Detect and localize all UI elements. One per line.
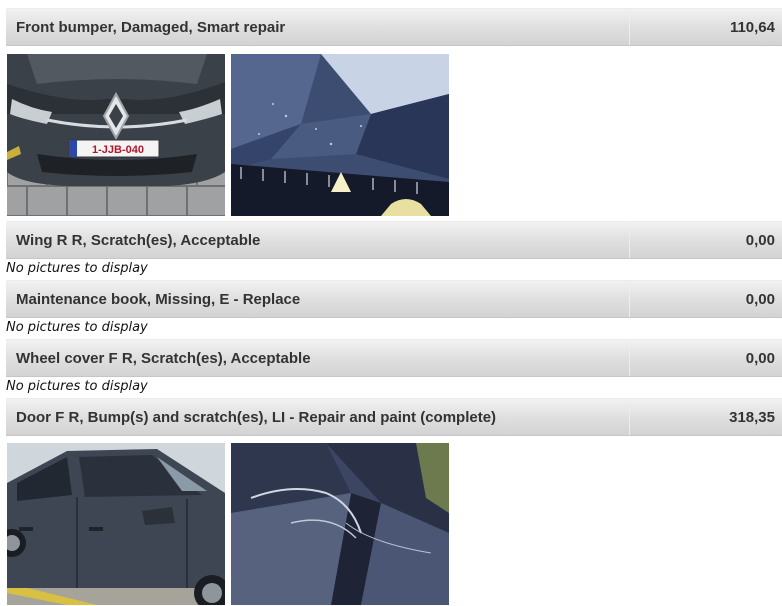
damage-item-row[interactable]: Wheel cover F R, Scratch(es), Acceptable…: [6, 339, 782, 377]
damage-item-row[interactable]: Wing R R, Scratch(es), Acceptable 0,00: [6, 221, 782, 259]
damage-item-row[interactable]: Front bumper, Damaged, Smart repair 110,…: [6, 8, 782, 46]
damage-photo-front-car[interactable]: 1-JJB-040: [7, 54, 225, 216]
damage-item-amount: 0,00: [629, 281, 782, 317]
damage-photo-side-car[interactable]: [7, 443, 225, 605]
damage-item-row[interactable]: Door F R, Bump(s) and scratch(es), LI - …: [6, 398, 782, 436]
damage-item-label: Wheel cover F R, Scratch(es), Acceptable: [16, 349, 311, 367]
damage-item-label: Maintenance book, Missing, E - Replace: [16, 290, 301, 308]
no-pictures-message: No pictures to display: [6, 320, 148, 335]
damage-item-amount: 0,00: [629, 222, 782, 258]
damage-item-label: Front bumper, Damaged, Smart repair: [16, 18, 286, 36]
no-pictures-message: No pictures to display: [6, 261, 148, 276]
damage-item-amount: 318,35: [629, 399, 782, 435]
damage-photo-bumper-closeup[interactable]: [231, 54, 449, 216]
license-plate-text: 1-JJB-040: [92, 144, 144, 156]
damage-item-label: Door F R, Bump(s) and scratch(es), LI - …: [16, 408, 497, 426]
damage-item-label: Wing R R, Scratch(es), Acceptable: [16, 231, 261, 249]
no-pictures-message: No pictures to display: [6, 379, 148, 394]
damage-item-row[interactable]: Maintenance book, Missing, E - Replace 0…: [6, 280, 782, 318]
damage-item-amount: 0,00: [629, 340, 782, 376]
damage-item-amount: 110,64: [629, 9, 782, 45]
damage-photo-door-closeup[interactable]: [231, 443, 449, 605]
